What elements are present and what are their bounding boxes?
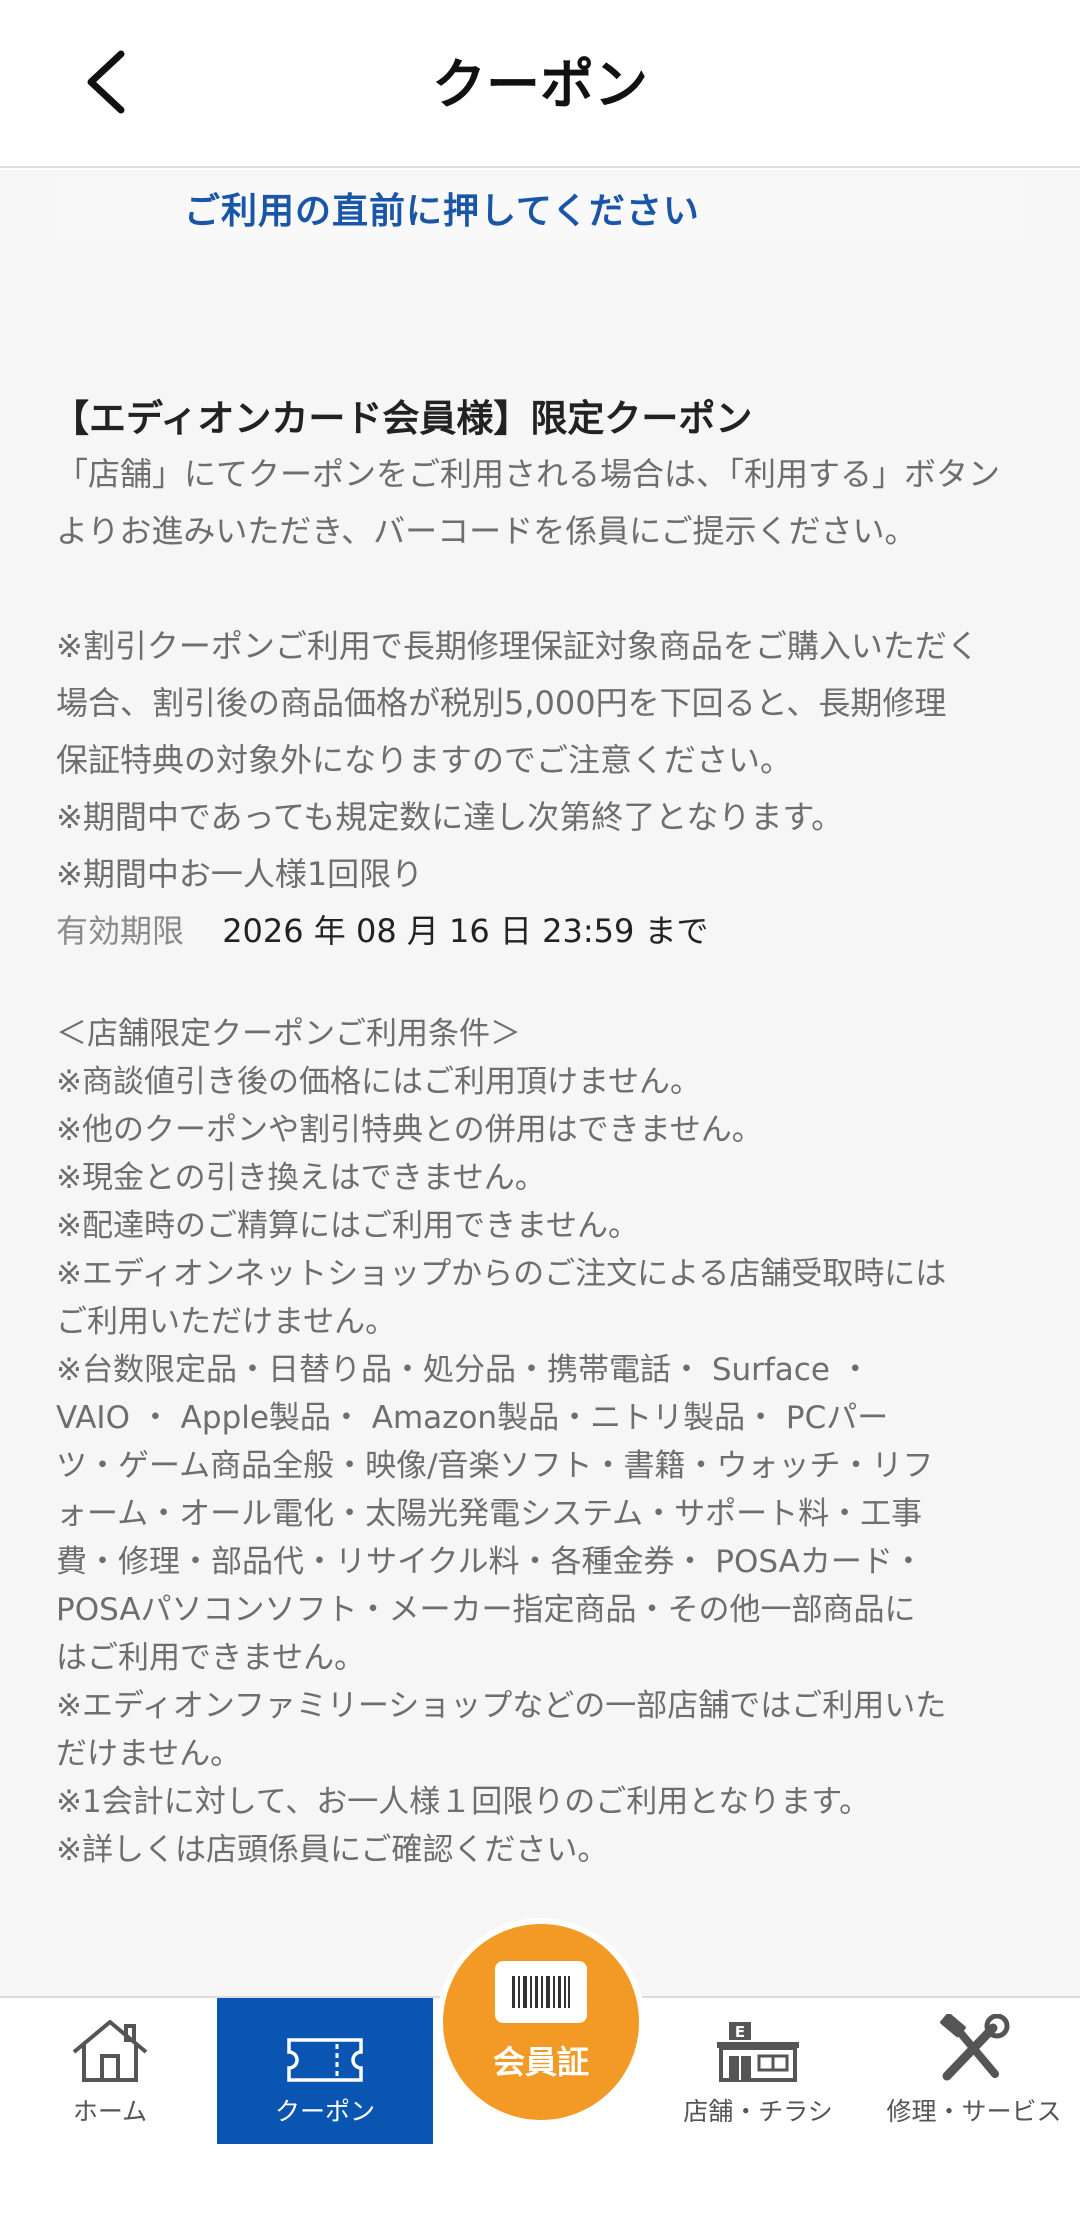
condition-line: 費・修理・部品代・リサイクル料・各種金券・ POSAカード・ bbox=[56, 1544, 924, 1580]
coupon-title: 【エディオンカード会員様】限定クーポン bbox=[52, 397, 753, 440]
note-line: ※期間中であっても規定数に達し次第終了となります。 bbox=[56, 798, 844, 836]
condition-line: ※商談値引き後の価格にはご利用頂けません。 bbox=[56, 1064, 702, 1100]
note-line: 場合、割引後の商品価格が税別5,000円を下回ると、長期修理 bbox=[56, 684, 947, 722]
condition-line: はご利用できません。 bbox=[56, 1640, 366, 1676]
tab-coupon-label: クーポン bbox=[274, 2097, 375, 2126]
home-icon bbox=[72, 2020, 148, 2082]
coupon-description: 「店舗」にてクーポンをご利用される場合は、「利用する」ボタン よりお進みいただき… bbox=[56, 446, 1036, 560]
barcode-card-icon bbox=[495, 1961, 587, 2023]
tab-home[interactable]: ホーム bbox=[40, 1998, 180, 2144]
header: クーポン bbox=[0, 0, 1080, 168]
note-line: ※割引クーポンご利用で長期修理保証対象商品をご購入いただく bbox=[56, 627, 979, 665]
condition-line: ツ・ゲーム商品全般・映像/音楽ソフト・書籍・ウォッチ・リフ bbox=[56, 1448, 934, 1484]
tools-icon bbox=[940, 2014, 1010, 2081]
condition-line: ＜店舗限定クーポンご利用条件＞ bbox=[56, 1016, 521, 1052]
condition-line: ※他のクーポンや割引特典との併用はできません。 bbox=[56, 1112, 763, 1148]
use-coupon-banner-label: ご利用の直前に押してください bbox=[184, 191, 700, 232]
condition-line: だけません。 bbox=[56, 1736, 242, 1772]
validity-value: 2026 年 08 月 16 日 23:59 まで bbox=[222, 912, 709, 950]
tab-store-label: 店舗・チラシ bbox=[683, 2097, 833, 2126]
description-line: よりお進みいただき、バーコードを係員にご提示ください。 bbox=[56, 512, 917, 550]
coupon-notes: ※割引クーポンご利用で長期修理保証対象商品をご購入いただく 場合、割引後の商品価… bbox=[56, 618, 1036, 903]
condition-line: ※台数限定品・日替り品・処分品・携帯電話・ Surface ・ bbox=[56, 1352, 871, 1388]
condition-line: ※詳しくは店頭係員にご確認ください。 bbox=[56, 1832, 609, 1868]
use-coupon-banner[interactable]: ご利用の直前に押してください bbox=[56, 176, 1024, 240]
coupon-detail: ご利用の直前に押してください 【エディオンカード会員様】限定クーポン 「店舗」に… bbox=[0, 170, 1080, 1996]
validity-period: 有効期限 2026 年 08 月 16 日 23:59 まで bbox=[56, 906, 709, 952]
condition-line: ※1会計に対して、お一人様１回限りのご利用となります。 bbox=[56, 1784, 871, 1820]
svg-text:E: E bbox=[735, 2023, 745, 2041]
condition-line: ※エディオンファミリーショップなどの一部店舗ではご利用いた bbox=[56, 1688, 947, 1724]
condition-line: ※エディオンネットショップからのご注文による店舗受取時には bbox=[56, 1256, 947, 1292]
note-line: ※期間中お一人様1回限り bbox=[56, 855, 424, 893]
page-title: クーポン bbox=[432, 53, 648, 116]
tab-home-label: ホーム bbox=[72, 2097, 148, 2126]
condition-line: ご利用いただけません。 bbox=[56, 1304, 397, 1340]
usage-conditions: ＜店舗限定クーポンご利用条件＞ ※商談値引き後の価格にはご利用頂けません。 ※他… bbox=[56, 1010, 1036, 1874]
note-line: 保証特典の対象外になりますのでご注意ください。 bbox=[56, 741, 793, 779]
tab-repair[interactable]: 修理・サービス bbox=[876, 1998, 1072, 2144]
tab-store[interactable]: E 店舗・チラシ bbox=[672, 1998, 844, 2144]
condition-line: ※現金との引き換えはできません。 bbox=[56, 1160, 546, 1196]
store-icon: E bbox=[717, 2022, 799, 2082]
condition-line: POSAパソコンソフト・メーカー指定商品・その他一部商品に bbox=[56, 1592, 916, 1628]
tab-coupon[interactable]: クーポン bbox=[217, 1998, 433, 2144]
condition-line: ※配達時のご精算にはご利用できません。 bbox=[56, 1208, 640, 1244]
member-card-button[interactable]: 会員証 bbox=[443, 1924, 639, 2120]
condition-line: ォーム・オール電化・太陽光発電システム・サポート料・工事 bbox=[56, 1496, 923, 1532]
validity-label: 有効期限 bbox=[56, 912, 185, 950]
ticket-icon bbox=[287, 2038, 363, 2082]
description-line: 「店舗」にてクーポンをご利用される場合は、「利用する」ボタン bbox=[56, 455, 1001, 493]
condition-line: VAIO ・ Apple製品・ Amazon製品・ニトリ製品・ PCパー bbox=[56, 1400, 889, 1436]
tab-repair-label: 修理・サービス bbox=[886, 2097, 1062, 2126]
member-card-label: 会員証 bbox=[492, 2043, 589, 2081]
